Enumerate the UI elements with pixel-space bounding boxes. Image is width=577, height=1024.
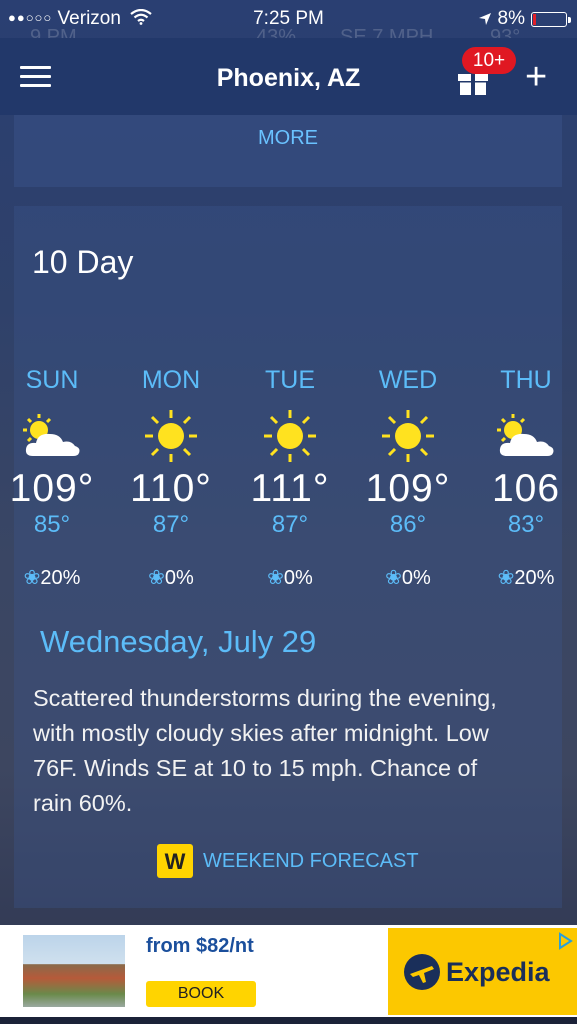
sunny-icon (121, 407, 221, 465)
day-name: THU (500, 366, 552, 394)
day-column[interactable]: THU 106 83° ❀20% (476, 366, 576, 590)
day-low: 87° (152, 511, 190, 538)
day-name: TUE (265, 366, 315, 394)
partly-cloudy-icon (2, 407, 102, 465)
detail-date: Wednesday, July 29 (40, 624, 317, 659)
ad-banner[interactable]: from $82/nt BOOK Expedia (0, 925, 577, 1017)
day-precip: ❀0% (385, 567, 431, 589)
day-column[interactable]: MON 110° 87° ❀0% (121, 366, 221, 590)
more-button[interactable]: MORE (14, 127, 562, 150)
day-precip: ❀0% (148, 567, 194, 589)
bottom-strip (0, 1017, 577, 1024)
ten-day-title: 10 Day (32, 244, 134, 280)
expedia-wordmark: Expedia (446, 956, 550, 987)
book-button[interactable]: BOOK (146, 981, 256, 1007)
sunny-icon (358, 407, 458, 465)
adchoices-icon[interactable] (557, 932, 573, 950)
day-high: 109° (9, 467, 95, 510)
day-column[interactable]: TUE 111° 87° ❀0% (240, 366, 340, 590)
weekend-forecast-link[interactable]: W WEEKEND FORECAST (157, 843, 419, 879)
day-precip: ❀20% (23, 567, 81, 589)
day-high: 110° (130, 467, 212, 510)
detail-description: Scattered thunderstorms during the eveni… (33, 685, 497, 816)
ad-price: from $82/nt (146, 935, 254, 957)
weekend-forecast-label: WEEKEND FORECAST (203, 849, 419, 872)
day-column[interactable]: SUN 109° 85° ❀20% (2, 366, 102, 590)
day-high: 106 (491, 467, 561, 510)
day-low: 86° (389, 511, 427, 538)
more-card: MORE (14, 115, 562, 187)
notification-badge[interactable]: 10+ (462, 47, 516, 74)
raindrop-icon: ❀ (23, 567, 41, 589)
raindrop-icon: ❀ (267, 567, 284, 589)
day-low: 83° (507, 511, 545, 538)
expedia-logo-panel: Expedia (388, 928, 577, 1015)
raindrop-icon: ❀ (497, 567, 515, 589)
raindrop-icon: ❀ (385, 567, 402, 589)
location-arrow-icon (478, 13, 491, 25)
day-name: SUN (25, 366, 79, 394)
plane-icon (404, 954, 440, 990)
add-location-button[interactable]: + (525, 58, 547, 96)
day-high: 109° (365, 467, 451, 510)
sunny-icon (240, 407, 340, 465)
day-precip: ❀20% (497, 567, 555, 589)
nav-bar: Phoenix, AZ 10+ + (0, 38, 577, 115)
weekend-w-icon: W (157, 844, 193, 878)
day-low: 85° (33, 511, 71, 538)
ten-day-card: 10 Day SUN 109° 85° ❀20% MON 110° 87° ❀0… (10, 206, 562, 908)
partly-cloudy-icon (476, 407, 576, 465)
hotel-photo (23, 935, 125, 1007)
day-low: 87° (271, 511, 309, 538)
day-precip: ❀0% (267, 567, 313, 589)
day-name: WED (378, 366, 438, 394)
day-name: MON (141, 366, 201, 394)
raindrop-icon: ❀ (148, 567, 165, 589)
battery-icon (531, 11, 571, 27)
day-column[interactable]: WED 109° 86° ❀0% (358, 366, 458, 590)
day-high: 111° (250, 467, 330, 510)
